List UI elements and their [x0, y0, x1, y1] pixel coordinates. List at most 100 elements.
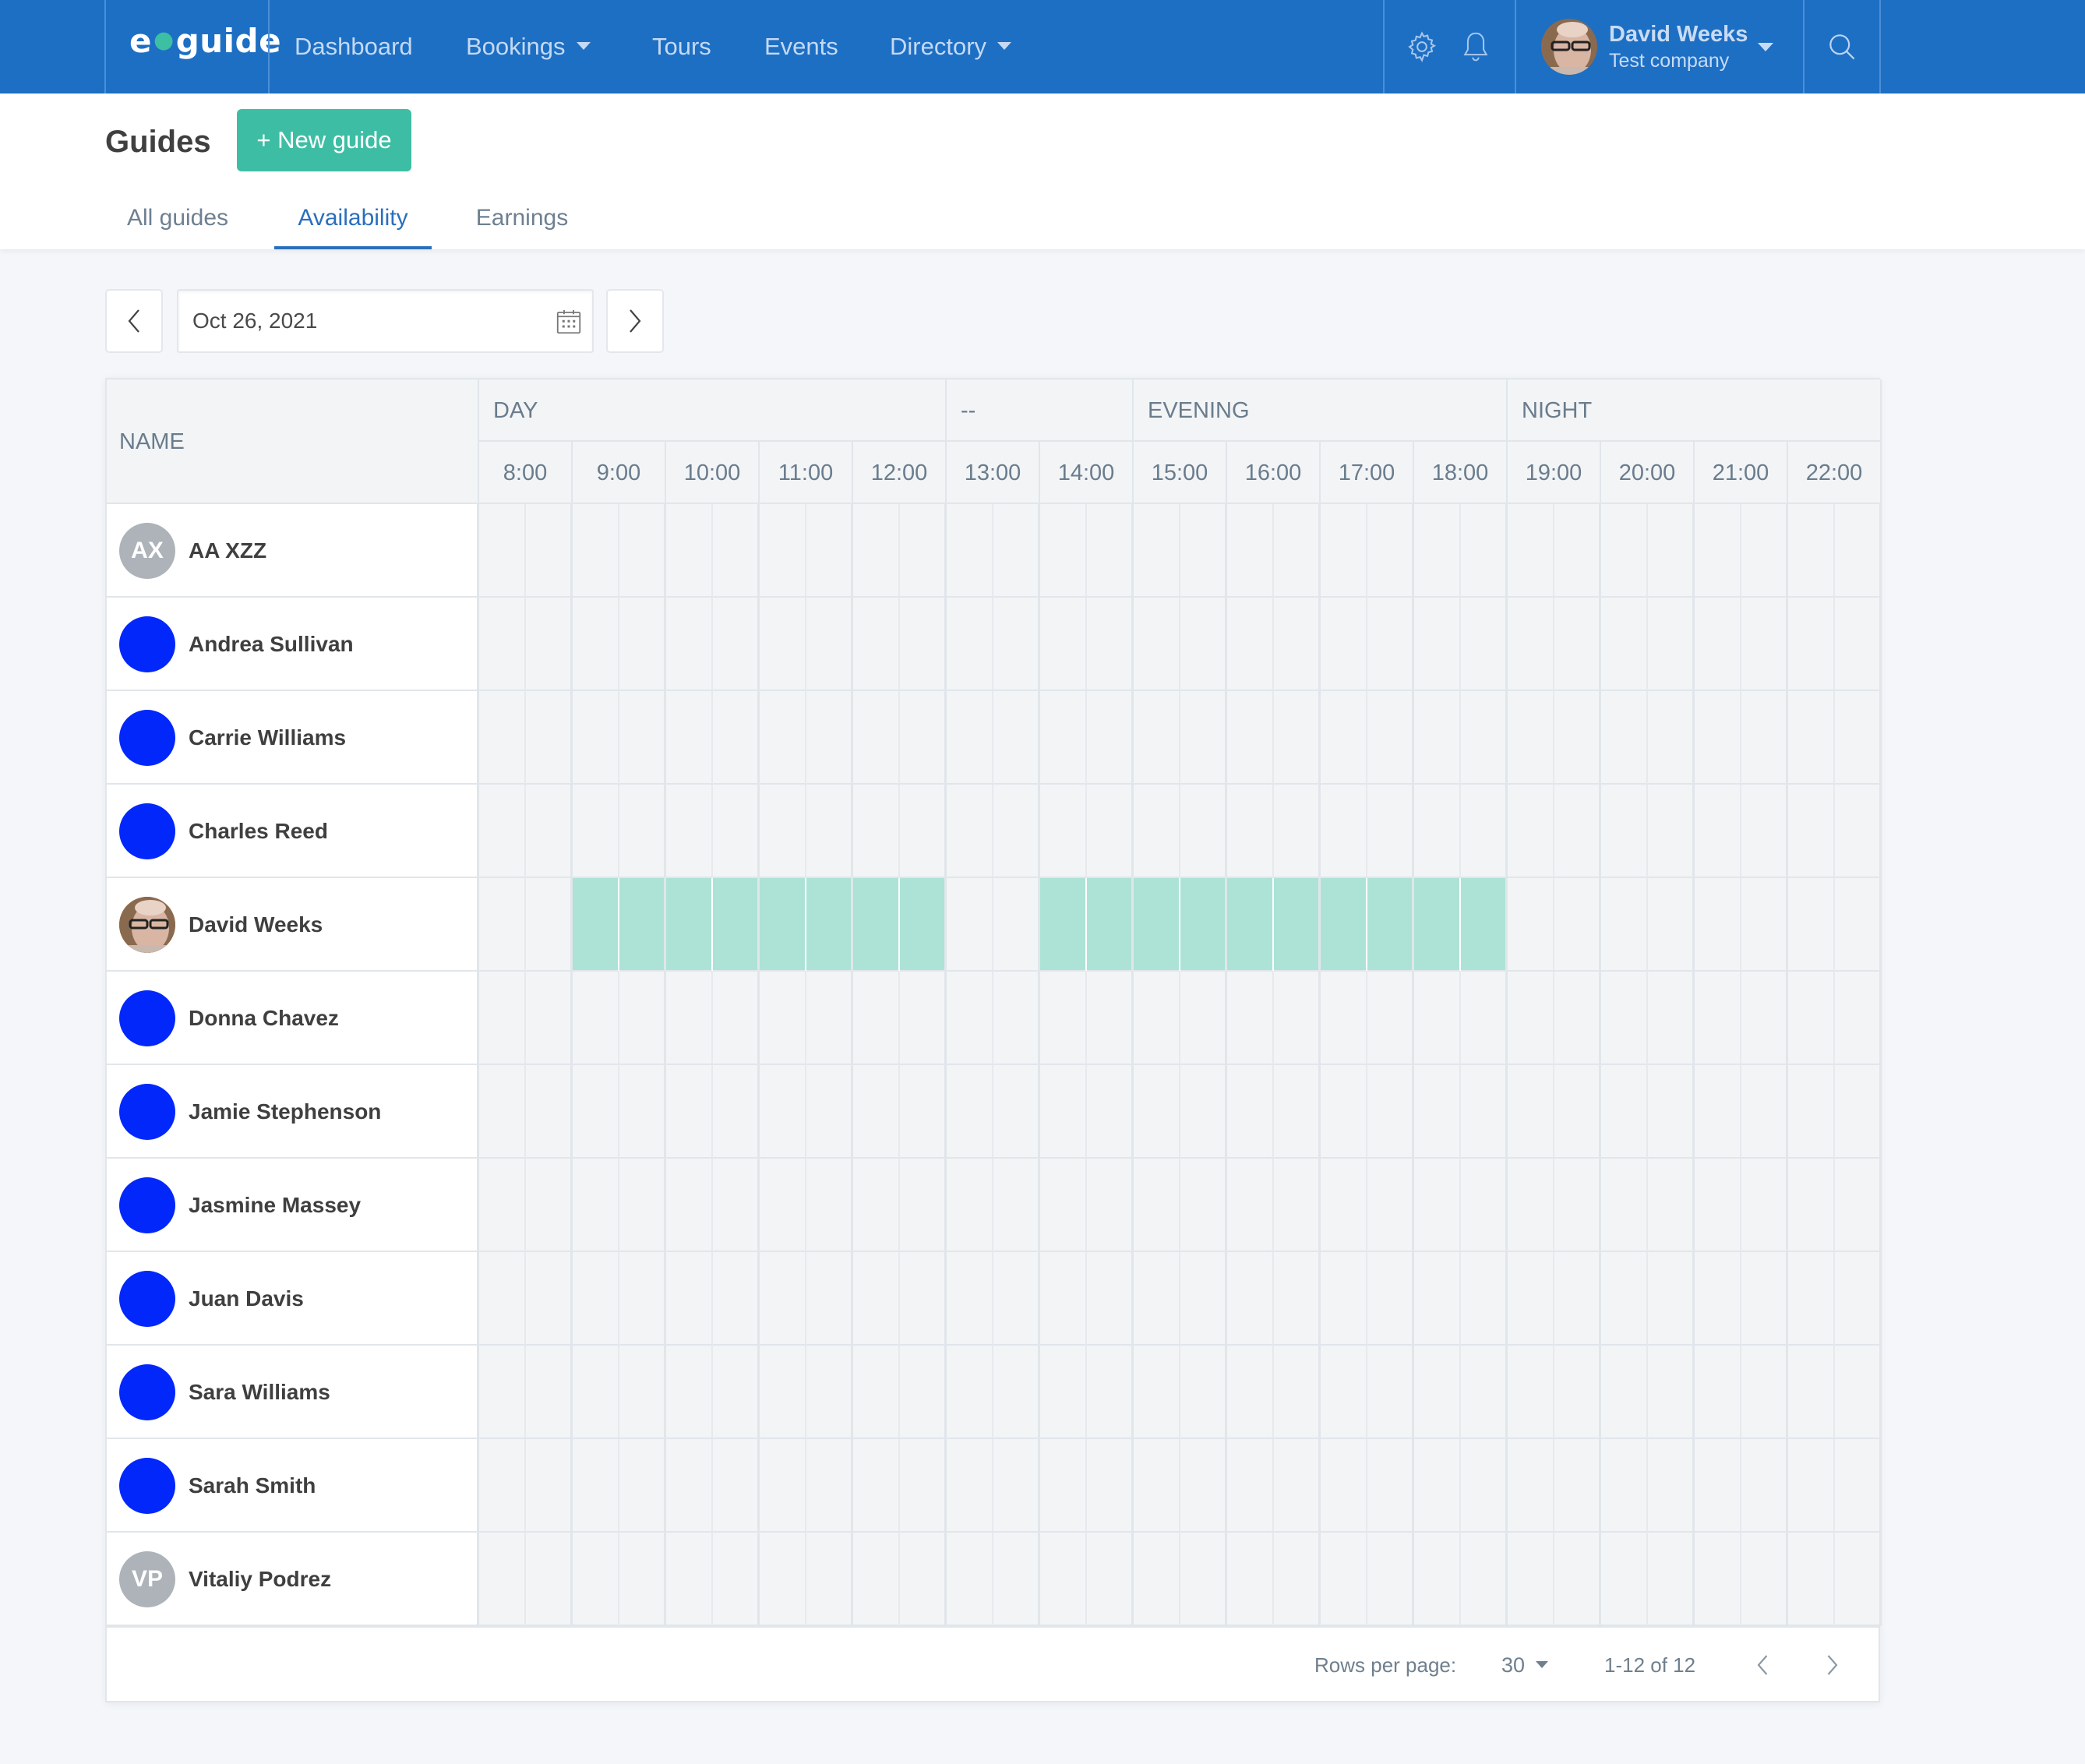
empty-slot[interactable] [1227, 1439, 1274, 1533]
empty-slot[interactable] [947, 785, 993, 878]
empty-slot[interactable] [1695, 504, 1741, 598]
empty-slot[interactable] [1648, 691, 1695, 785]
empty-slot[interactable] [1461, 691, 1508, 785]
empty-slot[interactable] [1788, 785, 1835, 878]
empty-slot[interactable] [1695, 1439, 1741, 1533]
calendar-icon[interactable] [555, 308, 583, 336]
empty-slot[interactable] [1601, 972, 1648, 1065]
empty-slot[interactable] [1461, 1252, 1508, 1346]
empty-slot[interactable] [1695, 1065, 1741, 1159]
empty-slot[interactable] [666, 972, 713, 1065]
empty-slot[interactable] [1648, 1065, 1695, 1159]
empty-slot[interactable] [993, 785, 1040, 878]
empty-slot[interactable] [1414, 1065, 1461, 1159]
empty-slot[interactable] [479, 1065, 526, 1159]
empty-slot[interactable] [1695, 878, 1741, 972]
empty-slot[interactable] [1414, 785, 1461, 878]
empty-slot[interactable] [1461, 598, 1508, 691]
tab-availability[interactable]: Availability [274, 187, 432, 249]
available-slot[interactable] [1087, 878, 1134, 972]
empty-slot[interactable] [1134, 1533, 1180, 1626]
empty-slot[interactable] [1087, 504, 1134, 598]
empty-slot[interactable] [1040, 785, 1087, 878]
user-name[interactable]: David Weeks [1609, 22, 1748, 48]
empty-slot[interactable] [479, 504, 526, 598]
empty-slot[interactable] [1180, 1533, 1227, 1626]
empty-slot[interactable] [1741, 691, 1788, 785]
empty-slot[interactable] [1648, 504, 1695, 598]
empty-slot[interactable] [806, 1533, 853, 1626]
empty-slot[interactable] [1741, 785, 1788, 878]
empty-slot[interactable] [993, 504, 1040, 598]
empty-slot[interactable] [806, 691, 853, 785]
empty-slot[interactable] [947, 1439, 993, 1533]
empty-slot[interactable] [1508, 691, 1554, 785]
empty-slot[interactable] [1134, 1346, 1180, 1439]
empty-slot[interactable] [1274, 1065, 1321, 1159]
empty-slot[interactable] [1508, 1533, 1554, 1626]
guide-row[interactable]: Juan Davis [107, 1252, 479, 1346]
empty-slot[interactable] [1601, 1346, 1648, 1439]
empty-slot[interactable] [526, 1439, 573, 1533]
empty-slot[interactable] [1508, 504, 1554, 598]
name-column-header[interactable]: NAME [107, 379, 479, 504]
empty-slot[interactable] [666, 1252, 713, 1346]
empty-slot[interactable] [1741, 1533, 1788, 1626]
empty-slot[interactable] [1835, 1439, 1882, 1533]
empty-slot[interactable] [573, 1346, 619, 1439]
guide-row[interactable]: AX AA XZZ [107, 504, 479, 598]
empty-slot[interactable] [1741, 1159, 1788, 1252]
next-day-button[interactable] [606, 289, 664, 353]
empty-slot[interactable] [1601, 1159, 1648, 1252]
empty-slot[interactable] [713, 1252, 760, 1346]
empty-slot[interactable] [713, 598, 760, 691]
previous-page-button[interactable] [1749, 1651, 1777, 1679]
empty-slot[interactable] [1367, 785, 1414, 878]
empty-slot[interactable] [713, 504, 760, 598]
empty-slot[interactable] [1227, 1159, 1274, 1252]
empty-slot[interactable] [1554, 1065, 1601, 1159]
empty-slot[interactable] [713, 1346, 760, 1439]
empty-slot[interactable] [1087, 1252, 1134, 1346]
nav-events[interactable]: Events [764, 0, 838, 93]
empty-slot[interactable] [713, 1065, 760, 1159]
empty-slot[interactable] [1461, 1439, 1508, 1533]
empty-slot[interactable] [1321, 972, 1367, 1065]
empty-slot[interactable] [947, 972, 993, 1065]
empty-slot[interactable] [1508, 598, 1554, 691]
search-button[interactable] [1825, 30, 1859, 64]
empty-slot[interactable] [1601, 1533, 1648, 1626]
guide-row[interactable]: David Weeks [107, 878, 479, 972]
empty-slot[interactable] [1648, 1439, 1695, 1533]
empty-slot[interactable] [993, 691, 1040, 785]
empty-slot[interactable] [1648, 1346, 1695, 1439]
empty-slot[interactable] [1648, 972, 1695, 1065]
empty-slot[interactable] [1601, 785, 1648, 878]
empty-slot[interactable] [1741, 1439, 1788, 1533]
empty-slot[interactable] [1087, 1065, 1134, 1159]
empty-slot[interactable] [1134, 598, 1180, 691]
empty-slot[interactable] [619, 972, 666, 1065]
empty-slot[interactable] [1648, 785, 1695, 878]
empty-slot[interactable] [760, 598, 806, 691]
empty-slot[interactable] [573, 1159, 619, 1252]
available-slot[interactable] [1134, 878, 1180, 972]
available-slot[interactable] [573, 878, 619, 972]
available-slot[interactable] [1321, 878, 1367, 972]
empty-slot[interactable] [1414, 1252, 1461, 1346]
empty-slot[interactable] [1788, 1159, 1835, 1252]
empty-slot[interactable] [1508, 1439, 1554, 1533]
empty-slot[interactable] [1321, 1159, 1367, 1252]
empty-slot[interactable] [1788, 878, 1835, 972]
empty-slot[interactable] [806, 1065, 853, 1159]
empty-slot[interactable] [947, 1533, 993, 1626]
empty-slot[interactable] [1227, 504, 1274, 598]
empty-slot[interactable] [479, 691, 526, 785]
empty-slot[interactable] [1508, 1346, 1554, 1439]
empty-slot[interactable] [1461, 1533, 1508, 1626]
empty-slot[interactable] [479, 1439, 526, 1533]
empty-slot[interactable] [1835, 1533, 1882, 1626]
empty-slot[interactable] [1087, 691, 1134, 785]
empty-slot[interactable] [1040, 1159, 1087, 1252]
empty-slot[interactable] [526, 1065, 573, 1159]
